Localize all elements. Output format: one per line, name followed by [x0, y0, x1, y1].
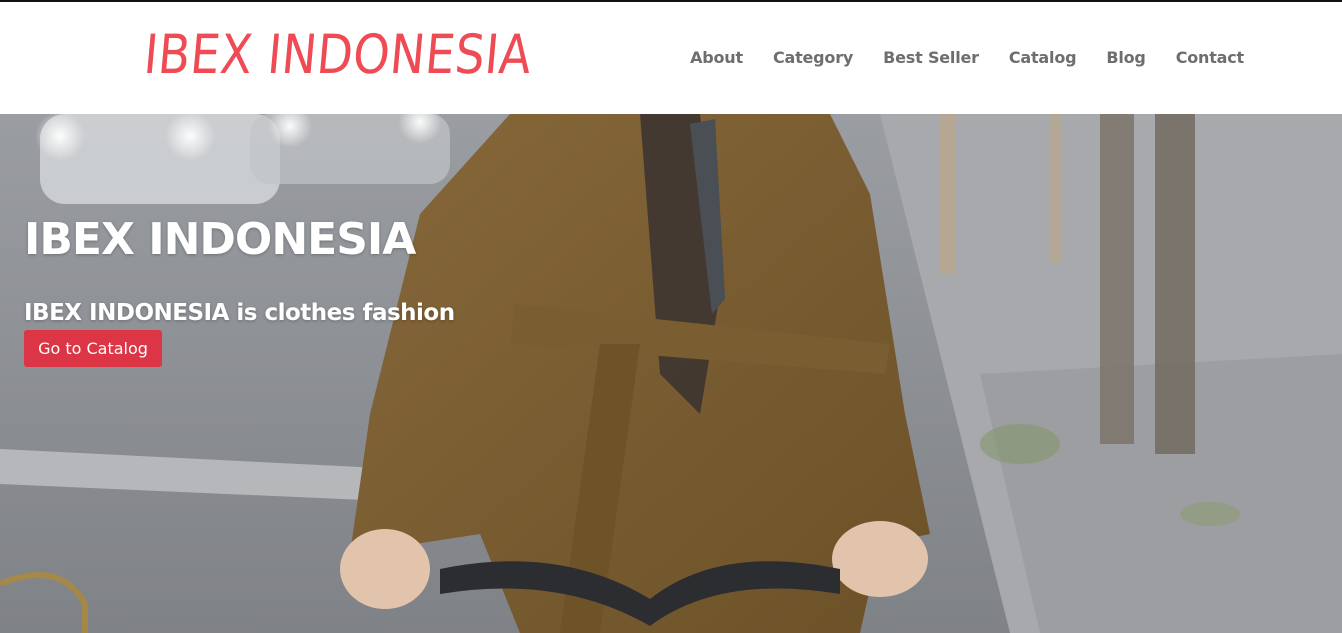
hero-subtitle: IBEX INDONESIA is clothes fashion — [24, 300, 455, 326]
site-logo[interactable]: IBEX INDONESIA — [141, 23, 534, 86]
nav-link-category[interactable]: Category — [773, 48, 853, 67]
site-header: IBEX INDONESIA About Category Best Selle… — [0, 2, 1342, 114]
go-to-catalog-button[interactable]: Go to Catalog — [24, 330, 162, 367]
hero-title: IBEX INDONESIA — [24, 214, 416, 265]
nav-link-blog[interactable]: Blog — [1106, 48, 1146, 67]
nav-link-catalog[interactable]: Catalog — [1009, 48, 1077, 67]
nav-link-contact[interactable]: Contact — [1176, 48, 1245, 67]
hero-background-image — [0, 114, 1342, 633]
hero-banner: IBEX INDONESIA IBEX INDONESIA is clothes… — [0, 114, 1342, 633]
nav-link-best-seller[interactable]: Best Seller — [883, 48, 979, 67]
nav-link-about[interactable]: About — [690, 48, 743, 67]
main-nav: About Category Best Seller Catalog Blog … — [690, 48, 1244, 67]
